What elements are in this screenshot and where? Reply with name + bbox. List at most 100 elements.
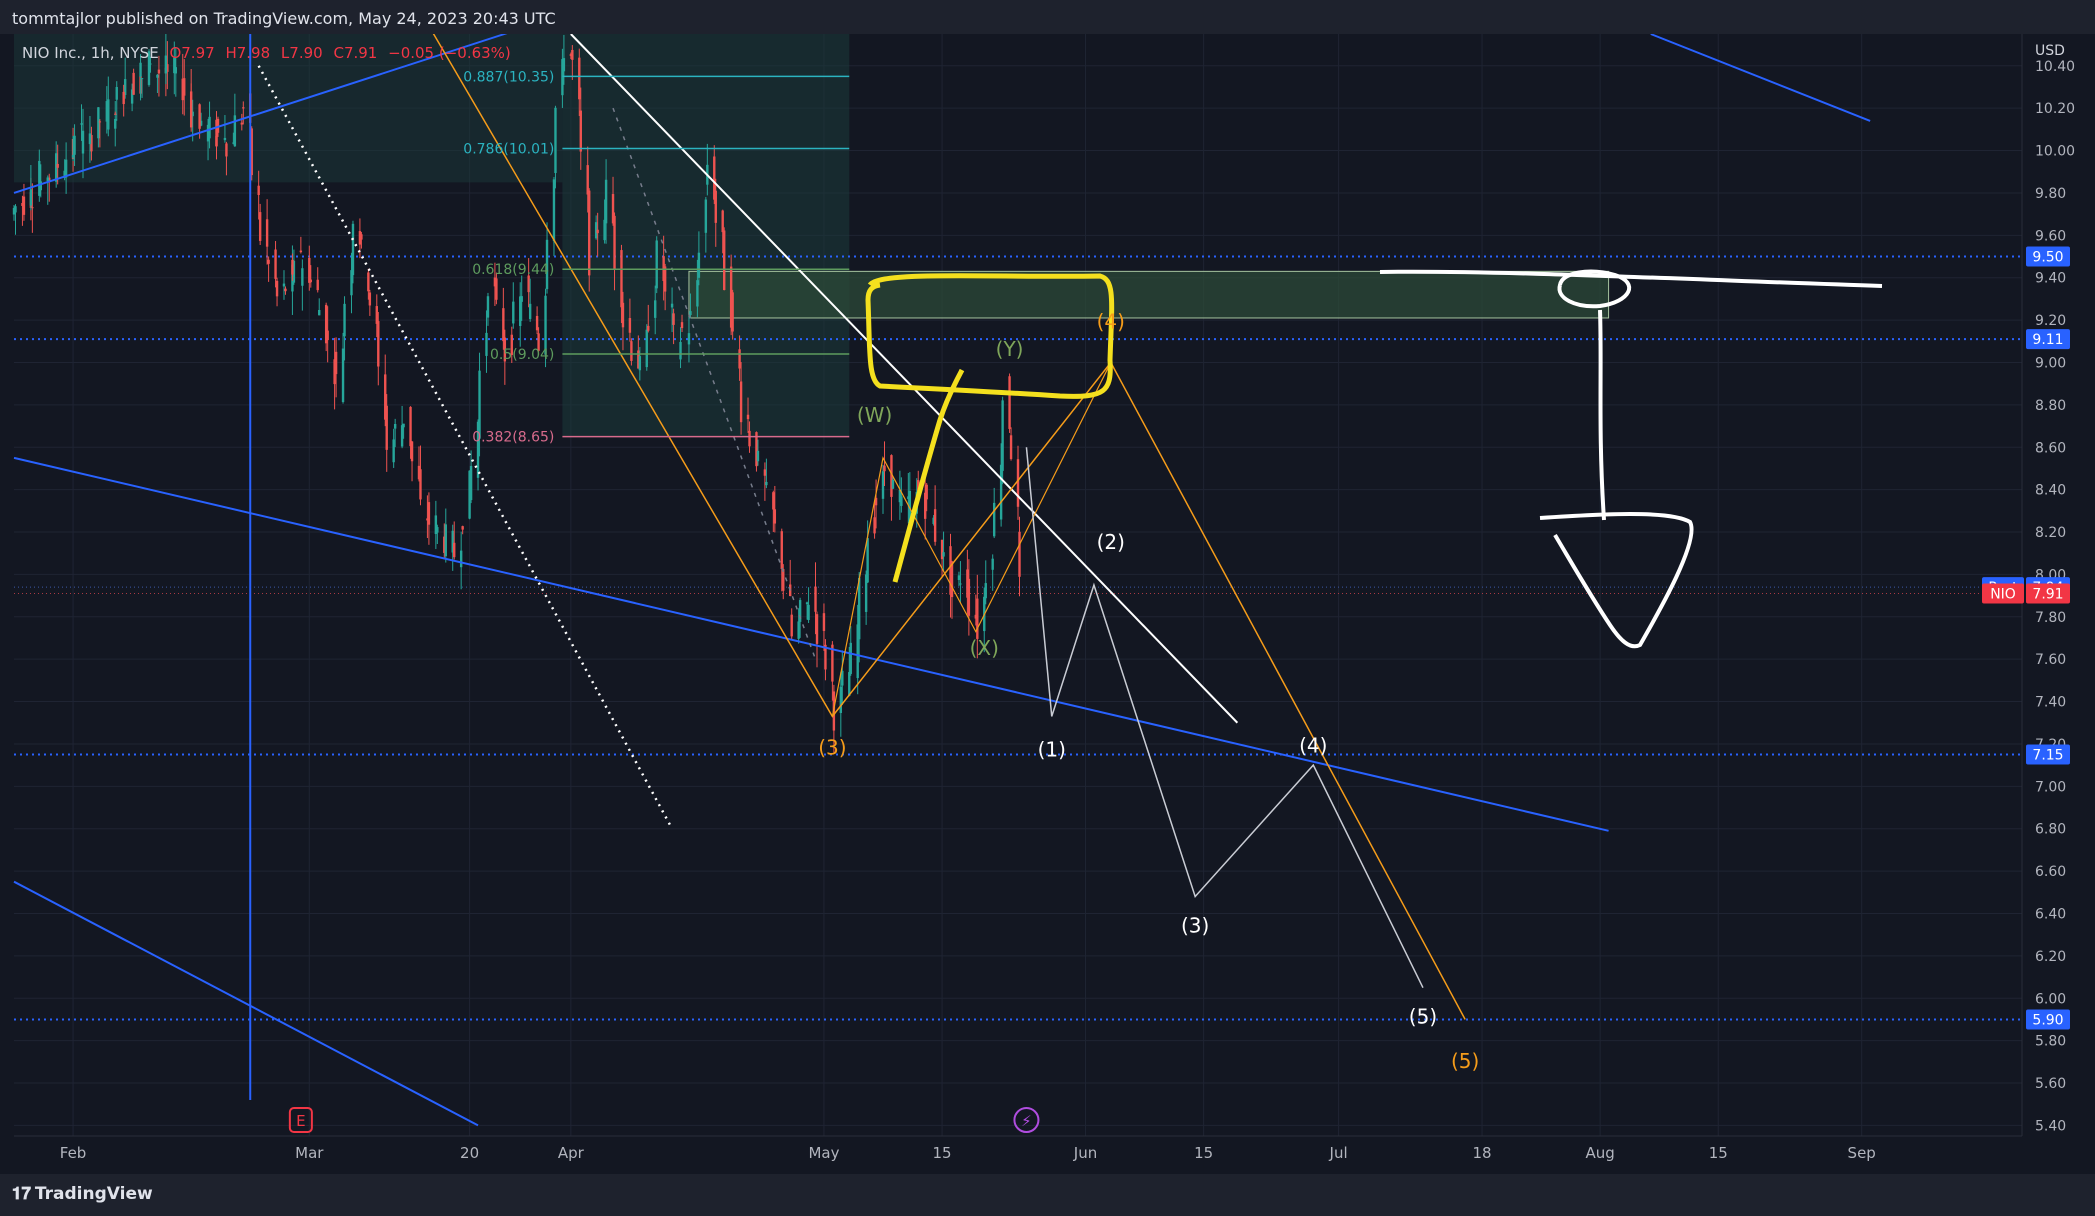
candle-body xyxy=(721,210,724,233)
candle-body xyxy=(410,441,414,462)
candle-body xyxy=(596,229,599,234)
candle-body xyxy=(1009,435,1013,460)
candle-body xyxy=(341,348,345,403)
candle-body xyxy=(22,196,26,215)
time-tick-label: Sep xyxy=(1848,1144,1876,1162)
wave-label: (3) xyxy=(818,736,846,760)
candle-body xyxy=(554,107,557,174)
candle-body xyxy=(409,406,412,447)
candle-body xyxy=(586,165,589,195)
candle-body xyxy=(959,583,962,585)
wave-label: (1) xyxy=(1038,738,1066,762)
candle-body xyxy=(723,230,726,291)
candle-body xyxy=(714,190,717,223)
candle-body xyxy=(680,322,684,329)
candle-body xyxy=(132,72,135,95)
grid-lines xyxy=(14,34,2022,1136)
candle-body xyxy=(976,598,979,639)
candle-body xyxy=(444,524,447,557)
candle-body xyxy=(73,135,76,155)
candle-body xyxy=(891,479,895,489)
dividend-marker-label: ⚡ xyxy=(1021,1112,1032,1130)
candle-body xyxy=(316,279,319,291)
candle-body xyxy=(427,502,431,525)
currency-label: USD xyxy=(2035,43,2065,59)
candle-body xyxy=(866,538,869,583)
wave-label: (2) xyxy=(1097,530,1125,554)
price-tick-label: 9.40 xyxy=(2035,271,2066,287)
symbol-legend[interactable]: NIO Inc., 1h, NYSE O7.97 H7.98 L7.90 C7.… xyxy=(22,44,517,62)
fib-level-label: 0.618(9.44) xyxy=(472,262,554,278)
candle-body xyxy=(822,613,826,631)
candle-body xyxy=(950,561,954,598)
candle-body xyxy=(704,199,708,233)
candle-body xyxy=(157,69,161,74)
candle-body xyxy=(436,527,439,533)
white-hand-arrow-head xyxy=(1539,512,1694,649)
white-hand-arrow-shaft xyxy=(1598,309,1606,521)
candle-body xyxy=(814,586,817,612)
publish-header: tommtajlor published on TradingView.com,… xyxy=(0,0,2095,34)
time-axis[interactable]: Feb Mar 20 Apr May 15 Jun 15 Jul 18 Aug 15 Sep xyxy=(0,1135,2022,1174)
wave-label: (5) xyxy=(1451,1049,1479,1073)
price-tag-value: 7.15 xyxy=(2032,748,2063,764)
candle-body xyxy=(679,341,682,360)
time-tick-label: Feb xyxy=(60,1144,87,1162)
candle-body xyxy=(267,259,270,264)
candle-body xyxy=(29,189,33,206)
candle-body xyxy=(687,333,691,345)
legend-close: C7.91 xyxy=(333,44,378,62)
candle-body xyxy=(400,425,404,447)
chart-canvas[interactable]: 0.887(10.35) 0.786(10.01) 0.618(9.44) 0.5(9… xyxy=(0,0,2095,1216)
price-tag-value: 9.50 xyxy=(2032,250,2063,266)
wave-labels: (W) (X) (Y) (3) (4) (5) (1) (2) (3) (4) (5) xyxy=(818,310,1479,1074)
tv-logo-icon: 𝟏𝟕 xyxy=(12,1184,31,1204)
candle-body xyxy=(696,280,699,307)
price-tick-label: 7.40 xyxy=(2035,695,2066,711)
candle-body xyxy=(999,464,1003,520)
candle-body xyxy=(225,143,228,157)
candle-body xyxy=(318,309,321,316)
candle-body xyxy=(223,137,227,141)
wave-label: (W) xyxy=(857,403,892,427)
price-tick-label: 9.00 xyxy=(2035,355,2066,371)
event-markers: E ⚡ xyxy=(288,1107,1040,1133)
candle-body xyxy=(670,303,674,308)
yellow-highlight-arrow xyxy=(892,368,965,583)
candle-body xyxy=(215,136,218,147)
candle-body xyxy=(115,87,118,100)
candle-body xyxy=(797,621,800,639)
candle-body xyxy=(343,303,346,337)
candle-body xyxy=(114,113,117,115)
candle-body xyxy=(933,509,937,542)
candle-body xyxy=(88,133,92,145)
candle-body xyxy=(71,154,75,158)
time-tick-label: 15 xyxy=(1709,1144,1728,1162)
candle-body xyxy=(56,163,59,168)
candle-body xyxy=(647,325,650,331)
candle-body xyxy=(502,308,505,342)
candle-body xyxy=(544,295,547,355)
symbol-name[interactable]: NIO Inc., 1h, NYSE xyxy=(22,44,159,62)
candle-body xyxy=(367,272,370,292)
price-tick-label: 5.60 xyxy=(2035,1076,2066,1092)
candle-body xyxy=(1016,459,1020,507)
time-tick-label: Mar xyxy=(295,1144,324,1162)
candle-body xyxy=(1008,376,1011,429)
candle-body xyxy=(991,558,994,570)
candle-body xyxy=(156,74,159,78)
price-tick-label: 7.80 xyxy=(2035,610,2066,626)
brand-name: TradingView xyxy=(34,1184,153,1204)
candle-body xyxy=(301,268,304,286)
wave-label: (Y) xyxy=(996,337,1024,361)
price-tag-value: 9.11 xyxy=(2032,332,2063,348)
candle-body xyxy=(31,207,34,209)
price-tick-label: 8.60 xyxy=(2035,440,2066,456)
candle-body xyxy=(257,185,260,195)
candle-body xyxy=(80,123,83,125)
candle-body xyxy=(756,450,760,462)
price-tick-label: 9.20 xyxy=(2035,313,2066,329)
candle-body xyxy=(620,250,623,308)
tradingview-logo[interactable]: 𝟏𝟕 TradingView xyxy=(12,1184,153,1204)
candle-body xyxy=(275,280,279,297)
